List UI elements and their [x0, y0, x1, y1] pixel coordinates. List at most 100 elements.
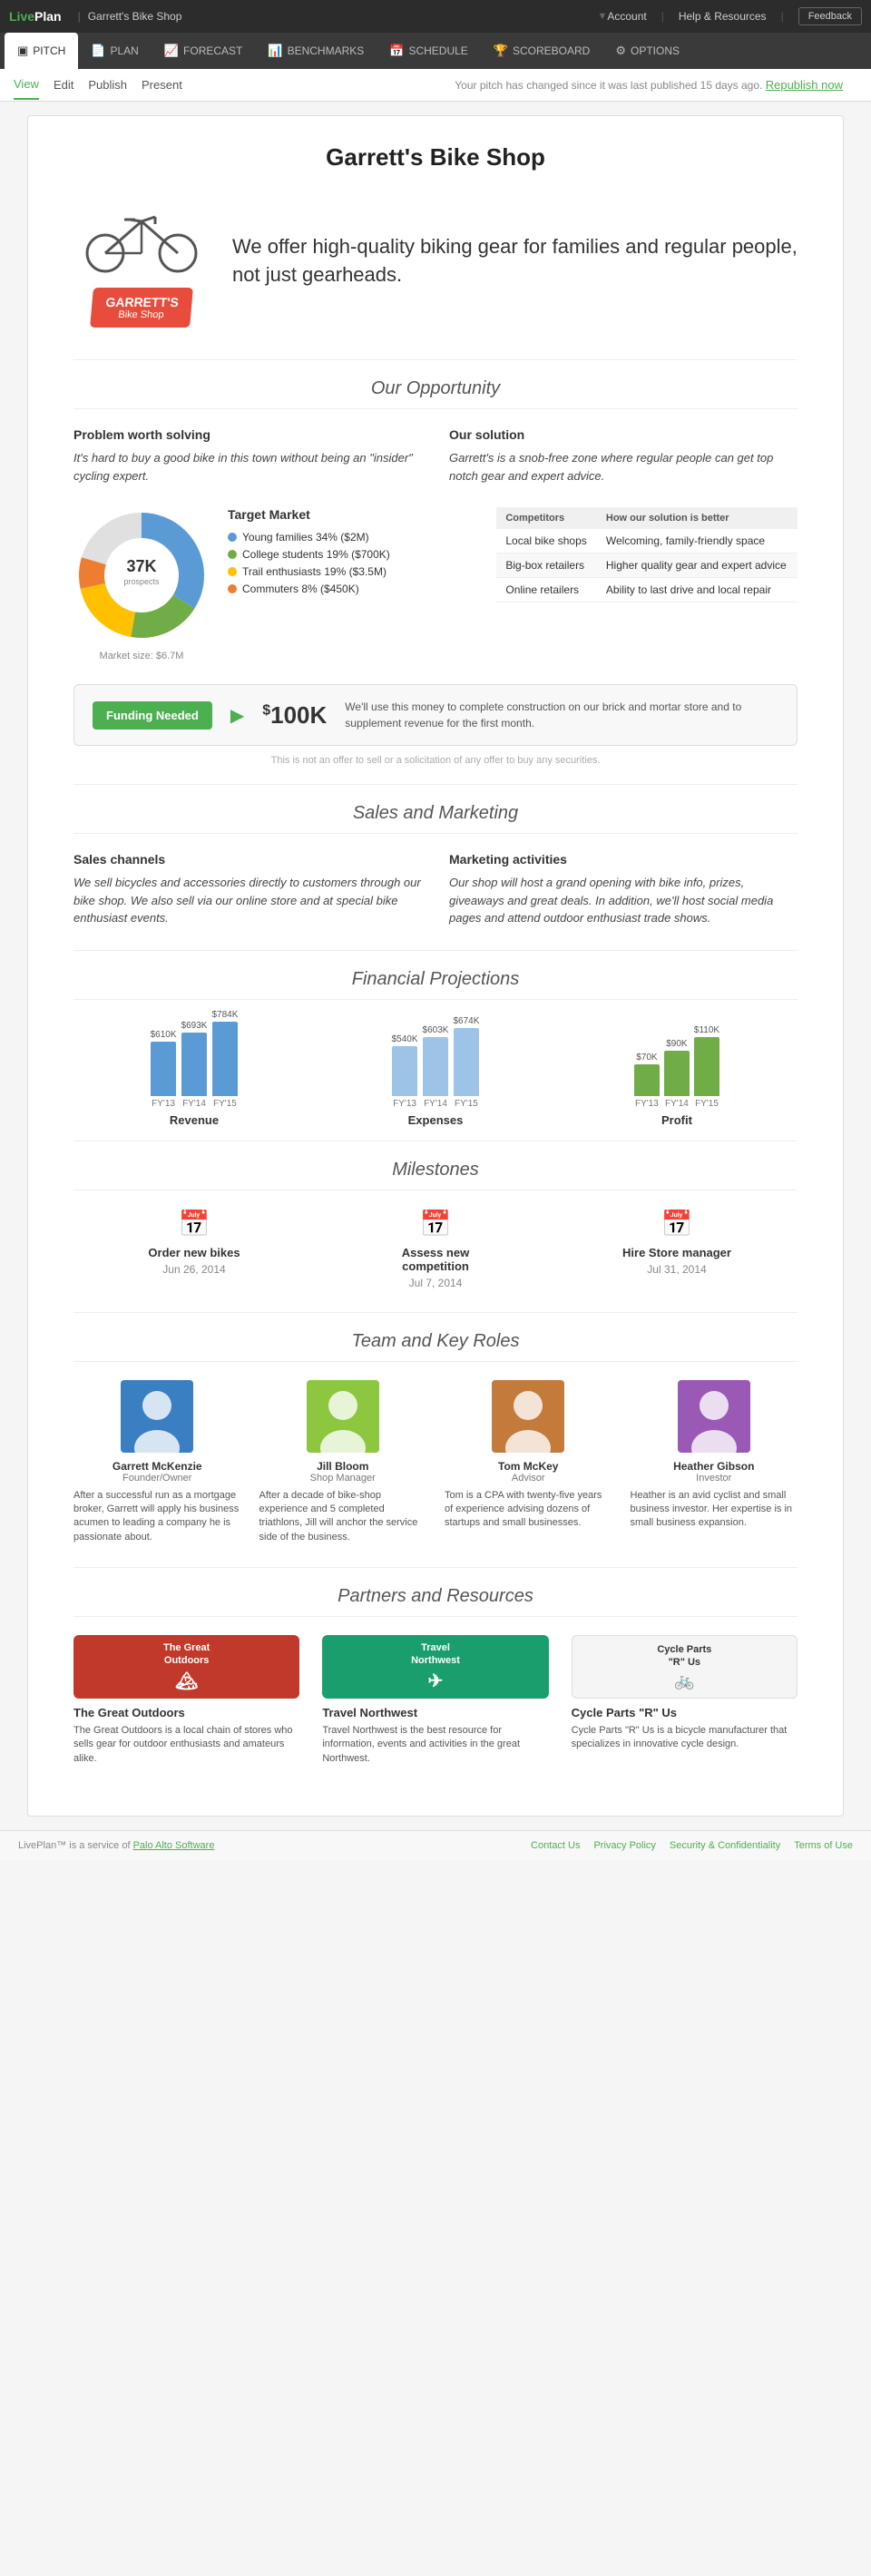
page-footer: LivePlan™ is a service of Palo Alto Soft… — [0, 1830, 871, 1860]
funding-disclaimer: This is not an offer to sell or a solici… — [73, 755, 798, 766]
footer-security-link[interactable]: Security & Confidentiality — [670, 1840, 780, 1851]
marketing-activities-text: Our shop will host a grand opening with … — [449, 874, 798, 927]
partner-name-3: Cycle Parts "R" Us — [572, 1706, 798, 1719]
legend-item-3: Trail enthusiasts 19% ($3.5M) — [228, 565, 478, 578]
footer-privacy-link[interactable]: Privacy Policy — [593, 1840, 655, 1851]
problem-col: Problem worth solving It's hard to buy a… — [73, 427, 422, 485]
palo-alto-link[interactable]: Palo Alto Software — [133, 1840, 215, 1851]
tab-scoreboard[interactable]: 🏆 SCOREBOARD — [481, 33, 603, 69]
top-navigation: LivePlan | Garrett's Bike Shop ▼ Account… — [0, 0, 871, 33]
competitors-table: Competitors How our solution is better L… — [496, 507, 798, 602]
options-icon: ⚙ — [615, 44, 626, 58]
partners-row: The GreatOutdoors 🏔 The Great Outdoors T… — [73, 1635, 798, 1766]
profit-chart: $70K FY'13 $90K FY'14 $110K FY'15 Profit — [556, 1018, 798, 1127]
revenue-bar-col-2 — [181, 1033, 207, 1096]
milestone-date-3: Jul 31, 2014 — [609, 1263, 745, 1276]
problem-title: Problem worth solving — [73, 427, 422, 442]
funding-desc: We'll use this money to complete constru… — [345, 699, 778, 731]
expense-bars: $540K FY'13 $603K FY'14 $674K FY'15 — [315, 1018, 556, 1109]
tab-plan[interactable]: 📄 PLAN — [78, 33, 152, 69]
team-avatar-4 — [678, 1380, 750, 1453]
funding-label: Funding Needed — [93, 701, 212, 730]
revenue-bars: $610K FY'13 $693K FY'14 $784K FY'15 — [73, 1018, 315, 1109]
footer-contact-link[interactable]: Contact Us — [531, 1840, 580, 1851]
milestones-title: Milestones — [73, 1160, 798, 1190]
expense-bar-col-2 — [423, 1037, 448, 1096]
team-avatar-2 — [307, 1380, 379, 1453]
svg-text:prospects: prospects — [123, 577, 160, 586]
expense-bar-col-3 — [454, 1028, 479, 1096]
opportunity-section-title: Our Opportunity — [73, 378, 798, 409]
expenses-chart: $540K FY'13 $603K FY'14 $674K FY'15 Expe… — [315, 1018, 556, 1127]
expenses-chart-title: Expenses — [315, 1113, 556, 1127]
account-link[interactable]: Account — [607, 10, 646, 23]
competitor-row-3: Online retailers Ability to last drive a… — [496, 578, 798, 602]
revenue-bar-1: $610K FY'13 — [151, 1030, 177, 1109]
subnav-view[interactable]: View — [14, 70, 39, 100]
republish-notice: Your pitch has changed since it was last… — [455, 78, 857, 92]
help-link[interactable]: Help & Resources — [679, 10, 767, 23]
milestone-calendar-icon-1: 📅 — [126, 1209, 262, 1239]
tab-forecast[interactable]: 📈 FORECAST — [152, 33, 256, 69]
revenue-chart-title: Revenue — [73, 1113, 315, 1127]
benchmarks-icon: 📊 — [268, 44, 282, 58]
legend-item-1: Young families 34% ($2M) — [228, 531, 478, 544]
milestones-row: 📅 Order new bikes Jun 26, 2014 📅 Assess … — [73, 1209, 798, 1289]
tab-options[interactable]: ⚙ OPTIONS — [602, 33, 692, 69]
team-name-3: Tom McKey — [445, 1460, 612, 1473]
feedback-button[interactable]: Feedback — [798, 7, 862, 25]
problem-text: It's hard to buy a good bike in this tow… — [73, 449, 422, 485]
republish-link[interactable]: Republish now — [766, 71, 843, 99]
partner-name-2: Travel Northwest — [322, 1706, 548, 1719]
logo-badge: GARRETT'S Bike Shop — [90, 288, 193, 328]
subnav-edit[interactable]: Edit — [54, 71, 73, 99]
revenue-bar-col-3 — [212, 1022, 238, 1096]
team-title: Team and Key Roles — [73, 1331, 798, 1362]
marketing-activities-col: Marketing activities Our shop will host … — [449, 852, 798, 927]
target-legend: Target Market Young families 34% ($2M) C… — [228, 507, 478, 600]
competitor-row-2: Big-box retailers Higher quality gear an… — [496, 553, 798, 578]
hero-section: GARRETT'S Bike Shop We offer high-qualit… — [73, 194, 798, 328]
team-role-3: Advisor — [445, 1473, 612, 1484]
partner-2: TravelNorthwest ✈ Travel Northwest Trave… — [322, 1635, 548, 1766]
subnav-publish[interactable]: Publish — [88, 71, 127, 99]
subnav-present[interactable]: Present — [142, 71, 182, 99]
footer-links: Contact Us Privacy Policy Security & Con… — [531, 1840, 853, 1851]
logo-text: LivePlan — [9, 9, 62, 24]
expense-bar-1: $540K FY'13 — [392, 1034, 418, 1109]
team-member-2: Jill Bloom Shop Manager After a decade o… — [259, 1380, 427, 1545]
legend-dot-1 — [228, 533, 237, 542]
revenue-chart: $610K FY'13 $693K FY'14 $784K FY'15 Reve… — [73, 1018, 315, 1127]
charts-section: $610K FY'13 $693K FY'14 $784K FY'15 Reve… — [73, 1018, 798, 1127]
partners-title: Partners and Resources — [73, 1586, 798, 1617]
tab-schedule[interactable]: 📅 SCHEDULE — [377, 33, 481, 69]
team-name-4: Heather Gibson — [631, 1460, 798, 1473]
revenue-bar-3: $784K FY'15 — [211, 1010, 238, 1109]
competitors-table-container: Competitors How our solution is better L… — [496, 507, 798, 602]
financial-title: Financial Projections — [73, 969, 798, 1000]
pitch-title: Garrett's Bike Shop — [73, 143, 798, 171]
team-bio-4: Heather is an avid cyclist and small bus… — [631, 1489, 798, 1531]
target-market-title: Target Market — [228, 507, 478, 522]
sales-marketing-title: Sales and Marketing — [73, 803, 798, 834]
milestone-title-2: Assess new competition — [367, 1246, 504, 1273]
tab-benchmarks[interactable]: 📊 BENCHMARKS — [255, 33, 377, 69]
market-size-label: Market size: $6.7M — [73, 651, 210, 661]
profit-bar-3: $110K FY'15 — [694, 1025, 719, 1109]
donut-svg: 37K prospects — [73, 507, 210, 643]
partner-desc-3: Cycle Parts "R" Us is a bicycle manufact… — [572, 1724, 798, 1752]
milestone-2: 📅 Assess new competition Jul 7, 2014 — [367, 1209, 504, 1289]
profit-bar-col-2 — [664, 1051, 690, 1096]
opportunity-columns: Problem worth solving It's hard to buy a… — [73, 427, 798, 485]
footer-terms-link[interactable]: Terms of Use — [794, 1840, 853, 1851]
donut-chart: 37K prospects Market size: $6.7M — [73, 507, 210, 661]
logo[interactable]: LivePlan — [9, 9, 62, 24]
team-photo-2 — [307, 1380, 379, 1453]
solution-col: Our solution Garrett's is a snob-free zo… — [449, 427, 798, 485]
team-member-4: Heather Gibson Investor Heather is an av… — [631, 1380, 798, 1545]
tab-pitch[interactable]: ▣ PITCH — [5, 33, 78, 69]
legend-item-4: Commuters 8% ($450K) — [228, 583, 478, 595]
shop-name[interactable]: Garrett's Bike Shop — [88, 10, 182, 23]
comp-header-2: How our solution is better — [597, 507, 798, 529]
partner-desc-1: The Great Outdoors is a local chain of s… — [73, 1724, 299, 1766]
